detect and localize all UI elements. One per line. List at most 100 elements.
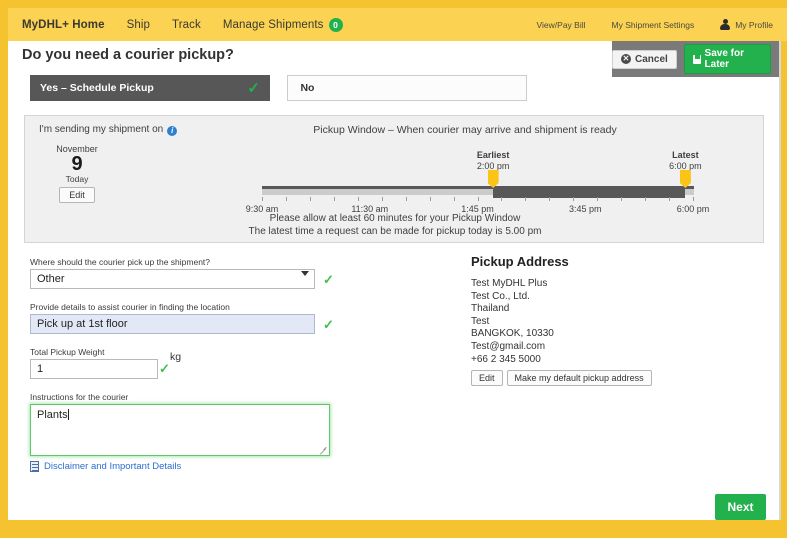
save-for-later-button[interactable]: Save for Later xyxy=(683,44,771,74)
nav-item-home[interactable]: MyDHL+ Home xyxy=(22,19,105,31)
ship-date-box: November 9 Today Edit xyxy=(39,144,115,203)
nav-left-group: MyDHL+ Home Ship Track Manage Shipments 0 xyxy=(8,17,365,32)
courier-pickup-toggle: Yes – Schedule Pickup ✓ No xyxy=(30,75,528,101)
pickup-address-line: Test xyxy=(471,315,490,327)
pickup-address-lines: Test MyDHL Plus Test Co., Ltd. Thailand Tes… xyxy=(471,278,761,366)
slider-latest-time: 6:00 pm xyxy=(669,161,702,171)
resize-handle-icon[interactable] xyxy=(319,445,327,453)
next-button[interactable]: Next xyxy=(715,494,766,520)
sending-shipment-label: I'm sending my shipment on i xyxy=(39,124,178,136)
slider-ticks xyxy=(262,197,694,202)
slider-earliest-caption: Earliest 2:00 pm xyxy=(458,150,528,172)
pickup-location-field: Where should the courier pick up the shi… xyxy=(30,257,340,289)
slider-tick xyxy=(429,197,431,201)
courier-instructions-value: Plants xyxy=(37,409,68,421)
slider-tick xyxy=(477,197,479,201)
pickup-weight-label: Total Pickup Weight xyxy=(30,347,105,357)
pickup-address-block: Pickup Address Test MyDHL Plus Test Co., … xyxy=(471,254,761,387)
nav-right-group: View/Pay Bill My Shipment Settings My Pr… xyxy=(511,18,787,31)
pickup-weight-value: 1 xyxy=(37,363,44,375)
shipments-count-badge: 0 xyxy=(328,17,343,32)
pickup-window-title: Pickup Window – When courier may arrive … xyxy=(313,124,617,136)
pickup-window-note: Please allow at least 60 minutes for you… xyxy=(25,212,765,238)
info-icon[interactable]: i xyxy=(167,126,178,136)
courier-instructions-field: Instructions for the courier Plants Disc… xyxy=(30,392,340,472)
nav-item-my-profile[interactable]: My Profile xyxy=(735,20,773,30)
pickup-weight-field: Total Pickup Weight 1 ✓ kg xyxy=(30,347,340,379)
pickup-note-line-1: Please allow at least 60 minutes for you… xyxy=(269,213,521,224)
slider-earliest-time: 2:00 pm xyxy=(476,161,510,171)
document-icon xyxy=(30,461,39,472)
pickup-address-line: Test@gmail.com xyxy=(471,340,546,352)
slider-tick xyxy=(357,197,359,201)
courier-instructions-textarea[interactable]: Plants xyxy=(30,404,330,456)
slider-rail[interactable] xyxy=(262,186,694,198)
slider-tick xyxy=(453,197,455,201)
make-default-address-button[interactable]: Make my default pickup address xyxy=(506,370,652,387)
pickup-address-line: Test Co., Ltd. xyxy=(471,290,530,302)
slider-tick xyxy=(573,197,575,201)
location-details-label: Provide details to assist courier in fin… xyxy=(30,302,230,312)
nav-item-manage-shipments[interactable]: Manage Shipments 0 xyxy=(222,17,343,32)
pickup-form: Where should the courier pick up the shi… xyxy=(30,257,340,472)
sending-shipment-text: I'm sending my shipment on xyxy=(39,124,164,135)
page-title: Do you need a courier pickup? xyxy=(22,47,234,63)
user-icon xyxy=(720,18,731,31)
disclaimer-link-label: Disclaimer and Important Details xyxy=(44,461,182,472)
nav-item-ship[interactable]: Ship xyxy=(127,19,150,31)
pickup-address-buttons: Edit Make my default pickup address xyxy=(471,370,761,387)
slider-tick xyxy=(645,197,647,201)
slider-tick xyxy=(669,197,671,201)
slider-tick xyxy=(333,197,335,201)
close-icon: ✕ xyxy=(621,54,631,64)
slider-tick xyxy=(621,197,623,201)
location-details-input[interactable]: Pick up at 1st floor xyxy=(30,314,315,334)
floppy-disk-icon xyxy=(692,54,701,64)
action-bar: ✕ Cancel Save for Later xyxy=(612,41,779,77)
pickup-weight-valid-icon: ✓ xyxy=(159,361,170,376)
slider-tick xyxy=(405,197,407,201)
toggle-no[interactable]: No xyxy=(287,75,528,101)
nav-item-track[interactable]: Track xyxy=(172,19,201,31)
slider-tick xyxy=(501,197,503,201)
location-details-value: Pick up at 1st floor xyxy=(37,318,128,330)
edit-address-button[interactable]: Edit xyxy=(471,370,503,387)
slider-tick xyxy=(597,197,599,201)
slider-tick xyxy=(285,197,287,201)
pickup-location-valid-icon: ✓ xyxy=(323,272,334,287)
slider-tick xyxy=(693,197,694,201)
toggle-yes-schedule-pickup[interactable]: Yes – Schedule Pickup ✓ xyxy=(30,75,270,101)
toggle-yes-label: Yes – Schedule Pickup xyxy=(40,82,154,94)
cancel-button[interactable]: ✕ Cancel xyxy=(612,49,677,69)
text-cursor xyxy=(67,409,69,420)
location-details-valid-icon: ✓ xyxy=(323,317,334,332)
location-details-field: Provide details to assist courier in fin… xyxy=(30,302,340,334)
main-content: Do you need a courier pickup? ✕ Cancel S… xyxy=(8,41,779,520)
slider-tick xyxy=(381,197,383,201)
slider-tick xyxy=(549,197,551,201)
disclaimer-link[interactable]: Disclaimer and Important Details xyxy=(30,461,340,472)
content-edge-shadow xyxy=(779,41,781,520)
pickup-location-label: Where should the courier pick up the shi… xyxy=(30,257,211,267)
slider-tick xyxy=(262,197,263,201)
ship-date-today: Today xyxy=(65,174,89,184)
nav-item-manage-shipments-label: Manage Shipments xyxy=(222,18,324,31)
pickup-weight-input[interactable]: 1 xyxy=(30,359,158,379)
nav-item-shipment-settings[interactable]: My Shipment Settings xyxy=(612,20,695,30)
pickup-window-panel: I'm sending my shipment on i November 9 T… xyxy=(24,115,764,243)
check-icon: ✓ xyxy=(247,79,260,97)
nav-item-view-pay-bill[interactable]: View/Pay Bill xyxy=(537,20,586,30)
chevron-down-icon xyxy=(301,271,309,276)
edit-date-button[interactable]: Edit xyxy=(59,187,95,203)
pickup-address-heading: Pickup Address xyxy=(471,254,569,269)
slider-latest-caption: Latest 6:00 pm xyxy=(650,150,720,172)
slider-earliest-label: Earliest xyxy=(476,150,510,160)
courier-instructions-wrap: Plants xyxy=(30,404,340,456)
pickup-location-select[interactable]: Other xyxy=(30,269,315,289)
pickup-location-value: Other xyxy=(37,273,65,285)
cancel-button-label: Cancel xyxy=(635,53,668,65)
pickup-note-line-2: The latest time a request can be made fo… xyxy=(248,226,542,237)
save-for-later-label: Save for Later xyxy=(704,48,745,70)
pickup-address-line: BANGKOK, 10330 xyxy=(471,328,554,340)
pickup-address-line: +66 2 345 5000 xyxy=(471,353,541,365)
